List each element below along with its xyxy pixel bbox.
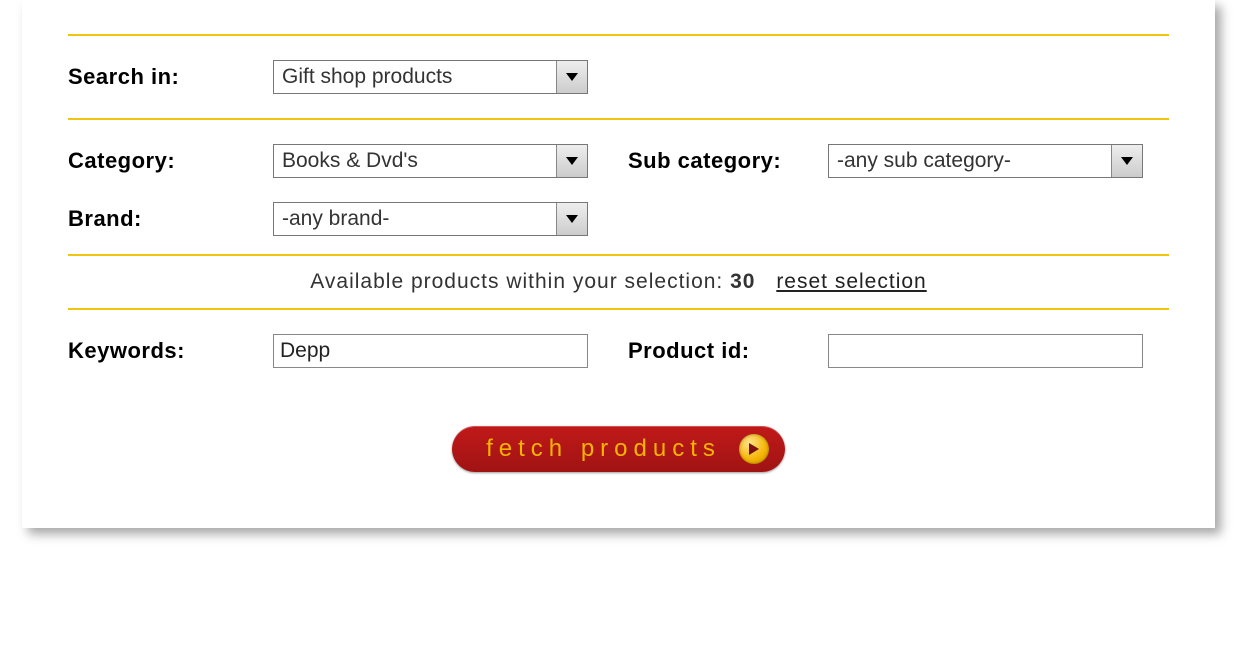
- status-row: Available products within your selection…: [68, 256, 1169, 308]
- search-panel: Search in: Gift shop products Category: …: [22, 0, 1215, 528]
- row-search-in: Search in: Gift shop products: [68, 36, 1169, 118]
- row-category: Category: Books & Dvd's Sub category: -a…: [68, 120, 1169, 202]
- status-text: Available products within your selection…: [310, 270, 730, 293]
- search-in-value: Gift shop products: [274, 61, 556, 93]
- label-brand: Brand:: [68, 206, 273, 232]
- label-sub-category: Sub category:: [628, 148, 828, 174]
- label-product-id: Product id:: [628, 338, 828, 364]
- label-keywords: Keywords:: [68, 338, 273, 364]
- brand-select[interactable]: -any brand-: [273, 202, 588, 236]
- sub-category-value: -any sub category-: [829, 145, 1111, 177]
- fetch-products-button[interactable]: fetch products: [452, 426, 785, 472]
- search-in-select[interactable]: Gift shop products: [273, 60, 588, 94]
- button-row: fetch products: [68, 426, 1169, 472]
- keywords-input[interactable]: [273, 334, 588, 368]
- label-search-in: Search in:: [68, 64, 273, 90]
- play-icon: [739, 434, 769, 464]
- status-count: 30: [730, 270, 755, 293]
- chevron-down-icon[interactable]: [1111, 145, 1142, 177]
- chevron-down-icon[interactable]: [556, 61, 587, 93]
- fetch-button-label: fetch products: [486, 435, 721, 463]
- category-value: Books & Dvd's: [274, 145, 556, 177]
- chevron-down-icon[interactable]: [556, 145, 587, 177]
- row-brand: Brand: -any brand-: [68, 202, 1169, 254]
- reset-selection-link[interactable]: reset selection: [776, 270, 926, 293]
- label-category: Category:: [68, 148, 273, 174]
- sub-category-select[interactable]: -any sub category-: [828, 144, 1143, 178]
- row-keywords: Keywords: Product id:: [68, 310, 1169, 392]
- brand-value: -any brand-: [274, 203, 556, 235]
- category-select[interactable]: Books & Dvd's: [273, 144, 588, 178]
- chevron-down-icon[interactable]: [556, 203, 587, 235]
- product-id-input[interactable]: [828, 334, 1143, 368]
